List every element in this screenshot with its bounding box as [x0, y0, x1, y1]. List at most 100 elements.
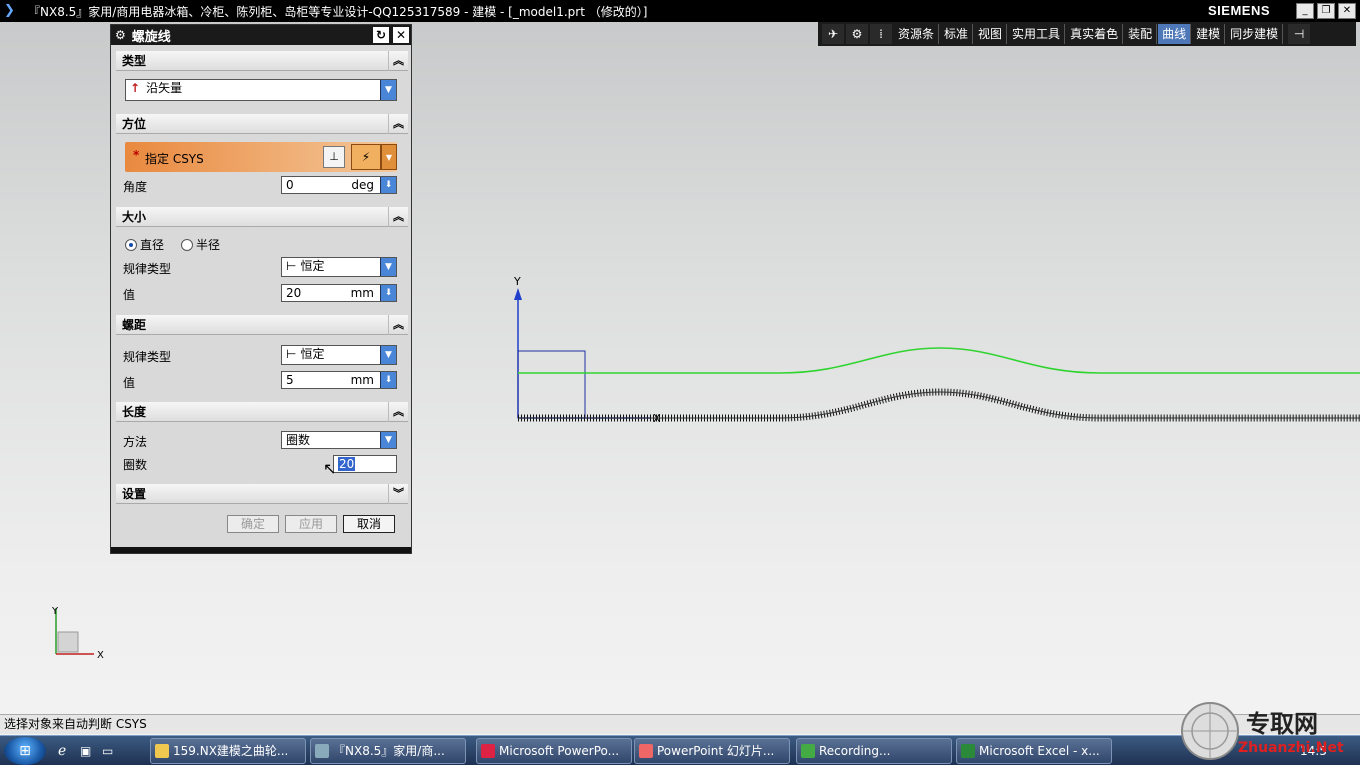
desktop-icon[interactable]: ▣	[80, 736, 91, 765]
size-law-select[interactable]: ⊢ 恒定 ▼	[281, 257, 397, 277]
toolbar-options-icon[interactable]: ⊣	[1288, 24, 1311, 44]
restore-button[interactable]: ❐	[1317, 3, 1335, 19]
dialog-gear-icon[interactable]: ⚙	[115, 28, 126, 42]
minimize-button[interactable]: _	[1296, 3, 1314, 19]
toolbar-item-true-shading[interactable]: 真实着色	[1066, 24, 1124, 44]
grid-icon[interactable]: ⁞	[870, 24, 892, 44]
length-method-label: 方法	[123, 435, 148, 449]
apply-button[interactable]: 应用	[285, 515, 337, 533]
dialog-titlebar[interactable]: ⚙ 螺旋线	[111, 25, 411, 45]
ok-button[interactable]: 确定	[227, 515, 279, 533]
chevron-down-icon[interactable]: ▼	[380, 80, 396, 100]
pitch-value-input[interactable]: 5 mm ⬇	[281, 371, 397, 389]
length-method-value: 圈数	[286, 433, 311, 447]
radio-radius[interactable]: 半径	[181, 236, 220, 253]
size-law-value: 恒定	[300, 259, 325, 273]
dialog-close-icon[interactable]: ✕	[393, 27, 409, 43]
siemens-brand: SIEMENS	[1208, 3, 1271, 18]
task-recording[interactable]: Recording...	[796, 738, 952, 764]
radio-diameter[interactable]: 直径	[125, 236, 164, 253]
pitch-value-label: 值	[123, 376, 136, 390]
toolbar-item-sync-modeling[interactable]: 同步建模	[1226, 24, 1284, 44]
turns-input[interactable]: 20	[333, 455, 397, 473]
triad-cube	[57, 631, 79, 653]
start-button[interactable]: ⊞	[4, 737, 46, 765]
task-label: 『NX8.5』家用/商...	[333, 744, 445, 758]
toolbar-item-modeling[interactable]: 建模	[1192, 24, 1226, 44]
section-size-header[interactable]: 大小 ︽	[116, 207, 408, 227]
task-nx[interactable]: 『NX8.5』家用/商...	[310, 738, 466, 764]
nx-logo-icon[interactable]: ✈	[822, 24, 844, 44]
pitch-law-value: 恒定	[300, 347, 325, 361]
type-select[interactable]: ↑ 沿矢量 ▼	[125, 79, 397, 101]
pitch-menu-icon[interactable]: ⬇	[380, 372, 396, 388]
ie-icon[interactable]: ℯ	[58, 736, 66, 765]
expand-icon[interactable]: ︾	[388, 484, 408, 504]
toolbar-item-standard[interactable]: 标准	[940, 24, 974, 44]
slideshow-icon	[639, 744, 653, 758]
specify-csys-row[interactable]: * 指定 CSYS ⊥ ⚡ ▼	[125, 142, 397, 172]
status-text: 选择对象来自动判断 CSYS	[4, 717, 147, 731]
toolbar-item-utilities[interactable]: 实用工具	[1008, 24, 1066, 44]
collapse-icon[interactable]: ︽	[388, 207, 408, 227]
size-law-label: 规律类型	[123, 262, 172, 276]
section-type-header[interactable]: 类型 ︽	[116, 51, 408, 71]
radio-radius-dot[interactable]	[181, 239, 193, 251]
task-slideshow[interactable]: PowerPoint 幻灯片...	[634, 738, 790, 764]
reset-icon[interactable]: ↻	[373, 27, 389, 43]
window-title: 『NX8.5』家用/商用电器冰箱、冷柜、陈列柜、岛柜等专业设计-QQ125317…	[28, 4, 648, 19]
task-label: 159.NX建模之曲轮...	[173, 744, 289, 758]
toolbar-item-resource[interactable]: 资源条	[894, 24, 940, 44]
recording-icon	[801, 744, 815, 758]
chevron-down-icon[interactable]: ▼	[380, 432, 396, 448]
watermark: 专取网 Zhuanzhi.Net	[1180, 700, 1355, 762]
folder-icon	[155, 744, 169, 758]
task-folder[interactable]: 159.NX建模之曲轮...	[150, 738, 306, 764]
task-label: PowerPoint 幻灯片...	[657, 744, 775, 758]
chevron-down-icon[interactable]: ▼	[380, 258, 396, 276]
cancel-button[interactable]: 取消	[343, 515, 395, 533]
inferred-csys-icon[interactable]: ⚡	[351, 144, 381, 170]
show-desktop-icon[interactable]: ▭	[102, 736, 113, 765]
collapse-icon[interactable]: ︽	[388, 51, 408, 71]
watermark-url: Zhuanzhi.Net	[1238, 740, 1344, 756]
pitch-law-select[interactable]: ⊢ 恒定 ▼	[281, 345, 397, 365]
powerpoint-icon	[481, 744, 495, 758]
size-value-input[interactable]: 20 mm ⬇	[281, 284, 397, 302]
angle-menu-icon[interactable]: ⬇	[380, 177, 396, 193]
collapse-icon[interactable]: ︽	[388, 114, 408, 134]
law-constant-icon: ⊢	[286, 347, 297, 361]
section-type-label: 类型	[122, 54, 147, 68]
datum-axes: Y X	[513, 275, 661, 425]
y-axis-label: Y	[513, 275, 521, 288]
section-size-label: 大小	[122, 210, 147, 224]
pitch-law-label: 规律类型	[123, 350, 172, 364]
csys-dialog-icon[interactable]: ⊥	[323, 146, 345, 168]
gear-icon[interactable]: ⚙	[846, 24, 868, 44]
section-length-header[interactable]: 长度 ︽	[116, 402, 408, 422]
toolbar-item-assembly[interactable]: 装配	[1124, 24, 1158, 44]
nx-icon	[315, 744, 329, 758]
collapse-icon[interactable]: ︽	[388, 315, 408, 335]
task-powerpoint[interactable]: Microsoft PowerPo...	[476, 738, 632, 764]
green-guide-curve[interactable]	[518, 347, 1360, 374]
law-constant-icon: ⊢	[286, 259, 297, 273]
chevron-down-icon[interactable]: ▼	[380, 346, 396, 364]
close-window-button[interactable]: ✕	[1338, 3, 1356, 19]
angle-input[interactable]: 0 deg ⬇	[281, 176, 397, 194]
section-pitch-header[interactable]: 螺距 ︽	[116, 315, 408, 335]
toolbar-item-view[interactable]: 视图	[974, 24, 1008, 44]
length-method-select[interactable]: 圈数 ▼	[281, 431, 397, 449]
collapse-icon[interactable]: ︽	[388, 402, 408, 422]
csys-options-chevron-icon[interactable]: ▼	[381, 144, 397, 170]
required-marker-icon: *	[133, 148, 140, 162]
size-menu-icon[interactable]: ⬇	[380, 285, 396, 301]
section-settings-header[interactable]: 设置 ︾	[116, 484, 408, 504]
helix-curve-coils[interactable]	[518, 388, 1360, 422]
task-excel[interactable]: Microsoft Excel - x...	[956, 738, 1112, 764]
section-settings-label: 设置	[122, 487, 147, 501]
section-orientation-header[interactable]: 方位 ︽	[116, 114, 408, 134]
windows-taskbar: ⊞ ℯ ▣ ▭ 159.NX建模之曲轮... 『NX8.5』家用/商... Mi…	[0, 735, 1360, 765]
radio-diameter-dot[interactable]	[125, 239, 137, 251]
toolbar-item-curve[interactable]: 曲线	[1158, 24, 1192, 44]
